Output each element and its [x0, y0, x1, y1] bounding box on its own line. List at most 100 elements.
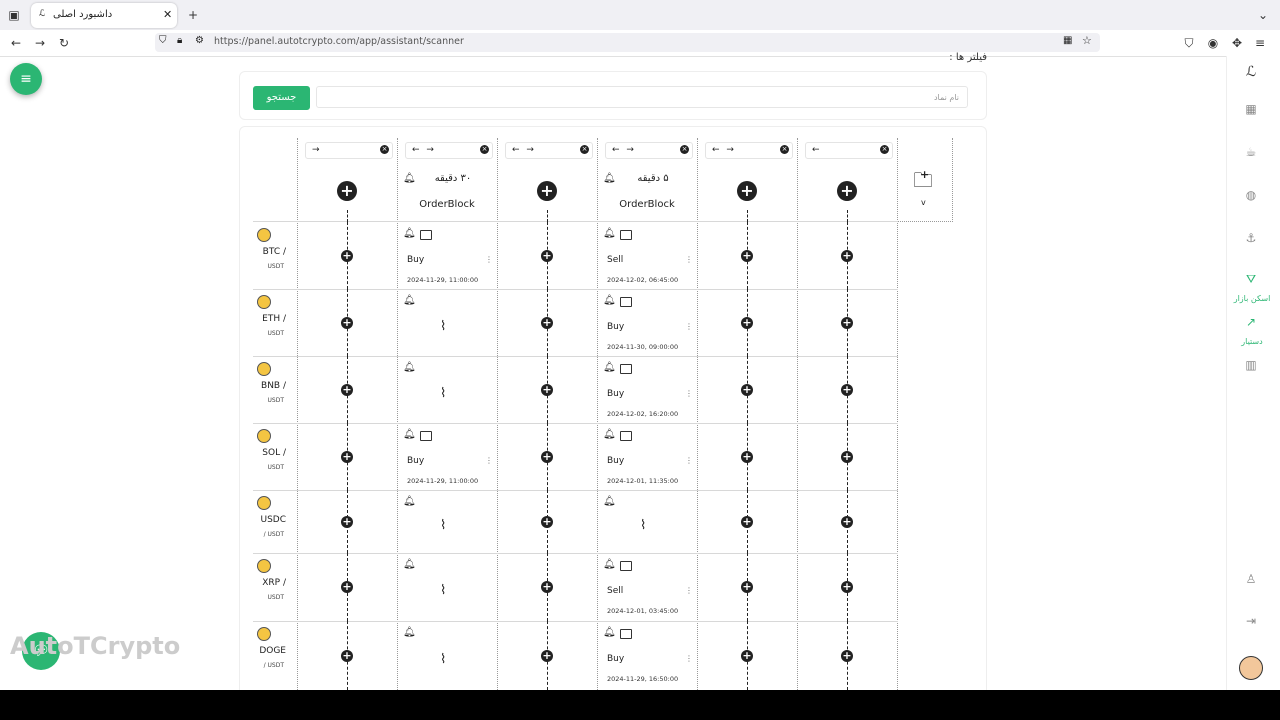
column-arrows-icon[interactable]: →	[312, 143, 322, 158]
tab-close-icon[interactable]: ✕	[163, 8, 172, 21]
menu-fab-button[interactable]: ≡	[10, 63, 42, 95]
bell-icon[interactable]: 🔔︎	[603, 429, 616, 440]
chart-book-icon[interactable]	[620, 297, 632, 307]
sidebar-item-scan[interactable]: اسکن بازار	[1227, 294, 1277, 303]
pocket-icon[interactable]: ⛉	[1182, 36, 1196, 50]
add-cell-button[interactable]: +	[341, 515, 353, 528]
add-cell-button[interactable]: +	[841, 649, 853, 662]
add-cell-button[interactable]: +	[841, 450, 853, 463]
add-cell-button[interactable]: +	[541, 316, 553, 329]
search-button[interactable]: جستجو	[253, 86, 310, 110]
more-icon[interactable]: ⋮	[685, 389, 693, 398]
bell-icon[interactable]: 🔔︎	[403, 173, 416, 184]
dashboard-grid-icon[interactable]: ▦	[1243, 102, 1259, 116]
column-header-box[interactable]: ← → ×	[605, 142, 693, 159]
bell-icon[interactable]: 🔔︎	[603, 627, 616, 638]
more-icon[interactable]: ⋮	[485, 255, 493, 264]
column-arrows-icon[interactable]: ←	[812, 143, 822, 158]
add-cell-button[interactable]: +	[741, 450, 753, 463]
add-cell-button[interactable]: +	[541, 581, 553, 593]
close-icon[interactable]: ×	[480, 145, 489, 154]
account-icon[interactable]: ◉	[1206, 36, 1220, 50]
avatar[interactable]	[1239, 656, 1263, 680]
back-icon[interactable]: ←	[9, 36, 23, 50]
more-icon[interactable]: ⋮	[685, 654, 693, 663]
column-arrows-icon[interactable]: ← →	[712, 143, 736, 158]
add-cell-button[interactable]: +	[841, 316, 853, 329]
add-cell-button[interactable]: +	[741, 249, 753, 262]
coffee-icon[interactable]: ☕︎	[1243, 145, 1259, 159]
close-icon[interactable]: ×	[680, 145, 689, 154]
bookmark-star-icon[interactable]: ☆	[1082, 34, 1092, 47]
bell-icon[interactable]: 🔔︎	[403, 429, 416, 440]
column-header-box[interactable]: ← ×	[805, 142, 893, 159]
close-icon[interactable]: ×	[380, 145, 389, 154]
bar-chart-icon[interactable]: ▥	[1243, 358, 1259, 372]
user-icon[interactable]: ♙	[1243, 572, 1259, 586]
logout-icon[interactable]: ⇥	[1243, 614, 1259, 628]
chart-book-icon[interactable]	[420, 230, 432, 240]
add-cell-button[interactable]: +	[741, 316, 753, 329]
bell-icon[interactable]: 🔔︎	[403, 496, 416, 507]
new-tab-icon[interactable]: +	[186, 8, 200, 22]
browser-tab[interactable]: ℒ داشبورد اصلی ✕	[31, 3, 177, 28]
anchor-icon[interactable]: ⚓︎	[1243, 231, 1259, 245]
chart-book-icon[interactable]	[420, 431, 432, 441]
chart-book-icon[interactable]	[620, 230, 632, 240]
more-icon[interactable]: ⋮	[685, 255, 693, 264]
chart-book-icon[interactable]	[620, 561, 632, 571]
extensions-icon[interactable]: ✥	[1230, 36, 1244, 50]
url-bar[interactable]: ⛉ 🔒︎ ⚙ https://panel.autotcrypto.com/app…	[155, 33, 1100, 52]
add-indicator-button[interactable]: +	[537, 181, 557, 201]
add-cell-button[interactable]: +	[841, 249, 853, 262]
bell-icon[interactable]: 🔔︎	[603, 228, 616, 239]
add-cell-button[interactable]: +	[841, 383, 853, 396]
bell-icon[interactable]: 🔔︎	[403, 627, 416, 638]
tab-list-icon[interactable]: ▣	[7, 8, 21, 22]
column-header-box[interactable]: ← → ×	[705, 142, 793, 159]
globe-icon[interactable]: ◍	[1243, 188, 1259, 202]
column-header-box[interactable]: → ×	[305, 142, 393, 159]
bell-icon[interactable]: 🔔︎	[603, 295, 616, 306]
chart-book-icon[interactable]	[620, 431, 632, 441]
more-icon[interactable]: ⋮	[685, 456, 693, 465]
chart-book-icon[interactable]	[620, 629, 632, 639]
add-cell-button[interactable]: +	[841, 581, 853, 593]
bell-icon[interactable]: 🔔︎	[603, 362, 616, 373]
add-cell-button[interactable]: +	[341, 649, 353, 662]
add-cell-button[interactable]: +	[541, 383, 553, 396]
bell-icon[interactable]: 🔔︎	[403, 559, 416, 570]
add-indicator-button[interactable]: +	[337, 181, 357, 201]
bell-icon[interactable]: 🔔︎	[403, 228, 416, 239]
chevron-down-icon[interactable]: ⌄	[1256, 8, 1270, 22]
trend-icon[interactable]: ↗	[1243, 315, 1259, 329]
scan-icon[interactable]: ⛛	[1243, 272, 1259, 287]
close-icon[interactable]: ×	[780, 145, 789, 154]
more-icon[interactable]: ⋮	[485, 456, 493, 465]
column-header-box[interactable]: ← → ×	[405, 142, 493, 159]
bell-icon[interactable]: 🔔︎	[603, 559, 616, 570]
qr-icon[interactable]: ▦	[1063, 35, 1072, 46]
add-cell-button[interactable]: +	[741, 581, 753, 593]
bell-icon[interactable]: 🔔︎	[403, 295, 416, 306]
add-cell-button[interactable]: +	[541, 515, 553, 528]
add-cell-button[interactable]: +	[741, 515, 753, 528]
forward-icon[interactable]: →	[33, 36, 47, 50]
add-cell-button[interactable]: +	[341, 316, 353, 329]
close-icon[interactable]: ×	[580, 145, 589, 154]
add-cell-button[interactable]: +	[541, 649, 553, 662]
column-arrows-icon[interactable]: ← →	[612, 143, 636, 158]
bell-icon[interactable]: 🔔︎	[403, 362, 416, 373]
reload-icon[interactable]: ↻	[57, 36, 71, 50]
add-cell-button[interactable]: +	[541, 450, 553, 463]
add-cell-button[interactable]: +	[341, 581, 353, 593]
add-cell-button[interactable]: +	[341, 450, 353, 463]
more-icon[interactable]: ⋮	[685, 586, 693, 595]
sidebar-item-assistant[interactable]: دستیار	[1227, 337, 1277, 346]
add-indicator-button[interactable]: +	[737, 181, 757, 201]
menu-icon[interactable]: ≡	[1253, 36, 1267, 50]
add-cell-button[interactable]: +	[541, 249, 553, 262]
close-icon[interactable]: ×	[880, 145, 889, 154]
add-cell-button[interactable]: +	[341, 383, 353, 396]
bell-icon[interactable]: 🔔︎	[603, 173, 616, 184]
